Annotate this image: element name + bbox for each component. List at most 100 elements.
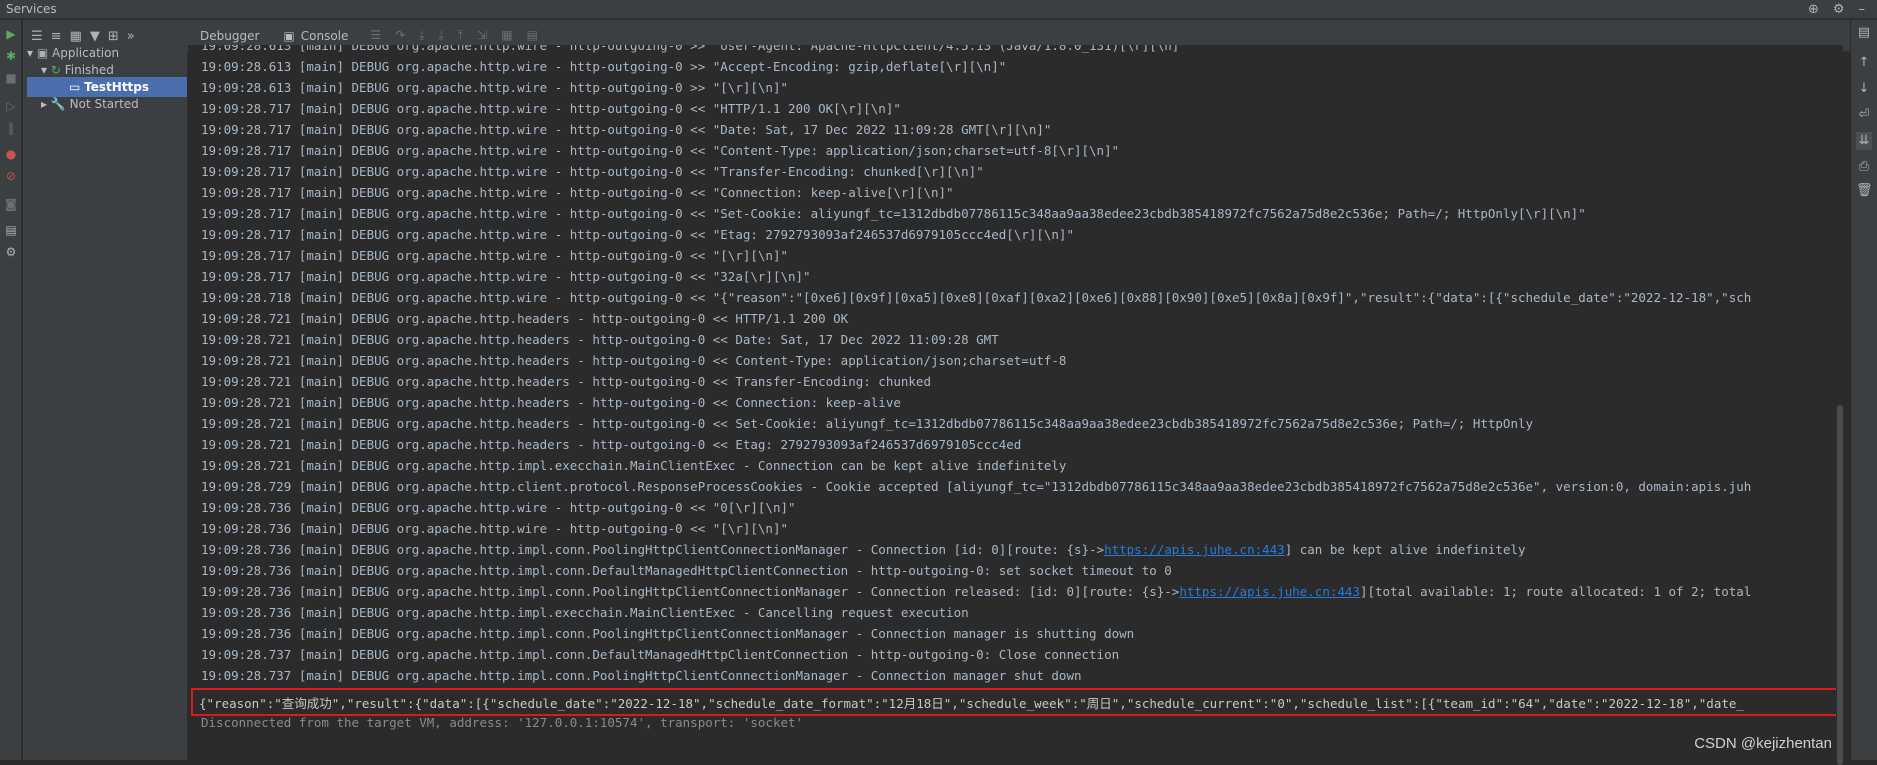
tree-node-label: TestHttps: [84, 80, 150, 94]
layout-icon[interactable]: ▤: [3, 222, 19, 238]
gear-icon[interactable]: ⚙: [1833, 2, 1845, 17]
console-link[interactable]: https://apis.juhe.cn:443: [1104, 542, 1285, 557]
console-text: ][total available: 1; route allocated: 1…: [1359, 584, 1752, 599]
console-line: 19:09:28.613 [main] DEBUG org.apache.htt…: [201, 80, 788, 95]
console-line: 19:09:28.721 [main] DEBUG org.apache.htt…: [201, 395, 901, 410]
console-line: 19:09:28.729 [main] DEBUG org.apache.htt…: [201, 479, 1752, 494]
debugger-actions: ☰ ↷ ⤓ ⤓ ⤒ ⇲ ▦ ▤: [360, 28, 538, 43]
filter-icon[interactable]: ▼: [90, 29, 100, 44]
console-line: 19:09:28.717 [main] DEBUG org.apache.htt…: [201, 164, 984, 179]
watermark: CSDN @kejizhentan: [1694, 735, 1832, 752]
tree-node-not-started[interactable]: ▸ 🔧 Not Started: [41, 94, 139, 114]
tree-node-label: Application: [52, 46, 120, 60]
console-line: 19:09:28.721 [main] DEBUG org.apache.htt…: [201, 332, 999, 347]
disconnect-message: Disconnected from the target VM, address…: [201, 715, 804, 730]
console-line: 19:09:28.717 [main] DEBUG org.apache.htt…: [201, 185, 954, 200]
console-text: 19:09:28.736 [main] DEBUG org.apache.htt…: [201, 584, 1180, 599]
wrench-icon: 🔧: [50, 97, 66, 111]
console-line: 19:09:28.721 [main] DEBUG org.apache.htt…: [201, 374, 931, 389]
console-line: 19:09:28.737 [main] DEBUG org.apache.htt…: [201, 668, 1082, 683]
mute-breakpoints-icon[interactable]: ⊘: [3, 168, 19, 184]
console-line: 19:09:28.717 [main] DEBUG org.apache.htt…: [201, 101, 901, 116]
console-line: 19:09:28.736 [main] DEBUG org.apache.htt…: [188, 581, 1842, 602]
collapse-all-icon[interactable]: ≡: [51, 29, 62, 44]
menu-icon[interactable]: ☰: [370, 28, 381, 43]
right-toolbar: ▤ ↑ ↓ ⏎ ⇊ ⎙ 🗑: [1850, 20, 1877, 760]
force-step-into-icon[interactable]: ⤓: [439, 28, 444, 43]
print-icon[interactable]: ⎙: [1856, 158, 1872, 176]
tree-node-label: Not Started: [69, 97, 139, 111]
console-line: 19:09:28.717 [main] DEBUG org.apache.htt…: [201, 143, 1120, 158]
camera-icon[interactable]: ◙: [3, 196, 19, 212]
console-link[interactable]: https://apis.juhe.cn:443: [1179, 584, 1360, 599]
console-icon: ▣: [283, 28, 295, 43]
console-line: 19:09:28.736 [main] DEBUG org.apache.htt…: [201, 605, 969, 620]
scroll-to-end-icon[interactable]: ⇊: [1856, 132, 1872, 150]
resume-icon[interactable]: ▷: [3, 98, 19, 114]
chevron-down-icon[interactable]: ▾: [41, 63, 47, 77]
tab-label: Debugger: [200, 28, 260, 43]
stop-icon[interactable]: ■: [3, 70, 19, 86]
console-line: 19:09:28.721 [main] DEBUG org.apache.htt…: [201, 416, 1534, 431]
scrollbar-thumb[interactable]: [1837, 405, 1843, 765]
target-icon[interactable]: ⊕: [1808, 2, 1819, 17]
breakpoints-icon[interactable]: ●: [3, 146, 19, 162]
more-icon[interactable]: »: [127, 29, 135, 44]
run-to-cursor-icon[interactable]: ⇲: [477, 28, 487, 43]
console-line: 19:09:28.717 [main] DEBUG org.apache.htt…: [201, 227, 1074, 242]
application-icon: ▣: [36, 46, 49, 60]
console-text: 19:09:28.736 [main] DEBUG org.apache.htt…: [201, 542, 1105, 557]
minimize-icon[interactable]: –: [1859, 2, 1866, 17]
console-line: 19:09:28.721 [main] DEBUG org.apache.htt…: [201, 311, 849, 326]
console-line: 19:09:28.721 [main] DEBUG org.apache.htt…: [201, 437, 1022, 452]
left-toolbar: ▶ ✱ ■ ▷ ‖ ● ⊘ ◙ ▤ ⚙: [0, 20, 22, 760]
console-line: 19:09:28.736 [main] DEBUG org.apache.htt…: [188, 539, 1842, 560]
pause-icon[interactable]: ‖: [3, 120, 19, 136]
console-output[interactable]: 19:09:28.613 [main] DEBUG org.apache.htt…: [188, 45, 1842, 760]
chevron-right-icon[interactable]: ▸: [41, 97, 47, 111]
title-bar: Services ⊕ ⚙ –: [0, 0, 1877, 19]
soft-wrap-icon[interactable]: ⏎: [1856, 106, 1872, 124]
settings-icon[interactable]: ⚙: [3, 244, 19, 260]
expand-all-icon[interactable]: ☰: [31, 29, 43, 44]
tab-console[interactable]: ▣ Console: [271, 29, 360, 43]
step-out-icon[interactable]: ⤒: [458, 28, 463, 43]
console-line: 19:09:28.718 [main] DEBUG org.apache.htt…: [201, 290, 1752, 305]
console-line: 19:09:28.736 [main] DEBUG org.apache.htt…: [201, 500, 796, 515]
services-tree: ▾ ▣ Application ▾ ↻ Finished ▭ TestHttps…: [23, 46, 188, 760]
test-icon: ▭: [69, 80, 81, 94]
tab-debugger[interactable]: Debugger: [188, 29, 271, 43]
console-line: 19:09:28.721 [main] DEBUG org.apache.htt…: [201, 458, 1067, 473]
chevron-down-icon[interactable]: ▾: [27, 46, 33, 60]
console-line: 19:09:28.717 [main] DEBUG org.apache.htt…: [201, 122, 1052, 137]
trash-icon[interactable]: 🗑: [1856, 182, 1873, 200]
arrow-up-icon[interactable]: ↑: [1856, 54, 1872, 72]
evaluate-icon[interactable]: ▦: [501, 28, 512, 43]
rerun-icon: ↻: [50, 63, 61, 77]
arrow-down-icon[interactable]: ↓: [1856, 80, 1872, 98]
window-title: Services: [6, 2, 57, 16]
step-over-icon[interactable]: ↷: [395, 28, 405, 43]
console-text: 19:09:28.736 [main] DEBUG org.apache.htt…: [201, 563, 1172, 578]
debug-icon[interactable]: ✱: [3, 48, 19, 64]
console-text: ] can be kept alive indefinitely: [1284, 542, 1526, 557]
tree-node-label: Finished: [64, 63, 114, 77]
console-line: 19:09:28.736 [main] DEBUG org.apache.htt…: [188, 560, 1842, 581]
console-line: 19:09:28.717 [main] DEBUG org.apache.htt…: [201, 206, 1586, 221]
layout-icon[interactable]: ▤: [1856, 24, 1872, 42]
console-line: 19:09:28.736 [main] DEBUG org.apache.htt…: [201, 626, 1135, 641]
console-line: 19:09:28.721 [main] DEBUG org.apache.htt…: [201, 353, 1067, 368]
console-line: 19:09:28.717 [main] DEBUG org.apache.htt…: [201, 269, 811, 284]
vertical-scrollbar[interactable]: [1836, 45, 1843, 765]
run-icon[interactable]: ▶: [3, 26, 19, 42]
group-icon[interactable]: ▦: [70, 29, 82, 44]
trace-icon[interactable]: ▤: [527, 28, 538, 43]
console-line: 19:09:28.613 [main] DEBUG org.apache.htt…: [201, 59, 1007, 74]
add-service-icon[interactable]: ⊞: [108, 29, 119, 44]
console-line: 19:09:28.736 [main] DEBUG org.apache.htt…: [201, 521, 788, 536]
console-line: 19:09:28.717 [main] DEBUG org.apache.htt…: [201, 248, 788, 263]
step-into-icon[interactable]: ⤓: [419, 28, 424, 43]
console-line: 19:09:28.737 [main] DEBUG org.apache.htt…: [201, 647, 1120, 662]
tab-label: Console: [300, 28, 349, 43]
console-line: 19:09:28.613 [main] DEBUG org.apache.htt…: [201, 45, 1187, 53]
